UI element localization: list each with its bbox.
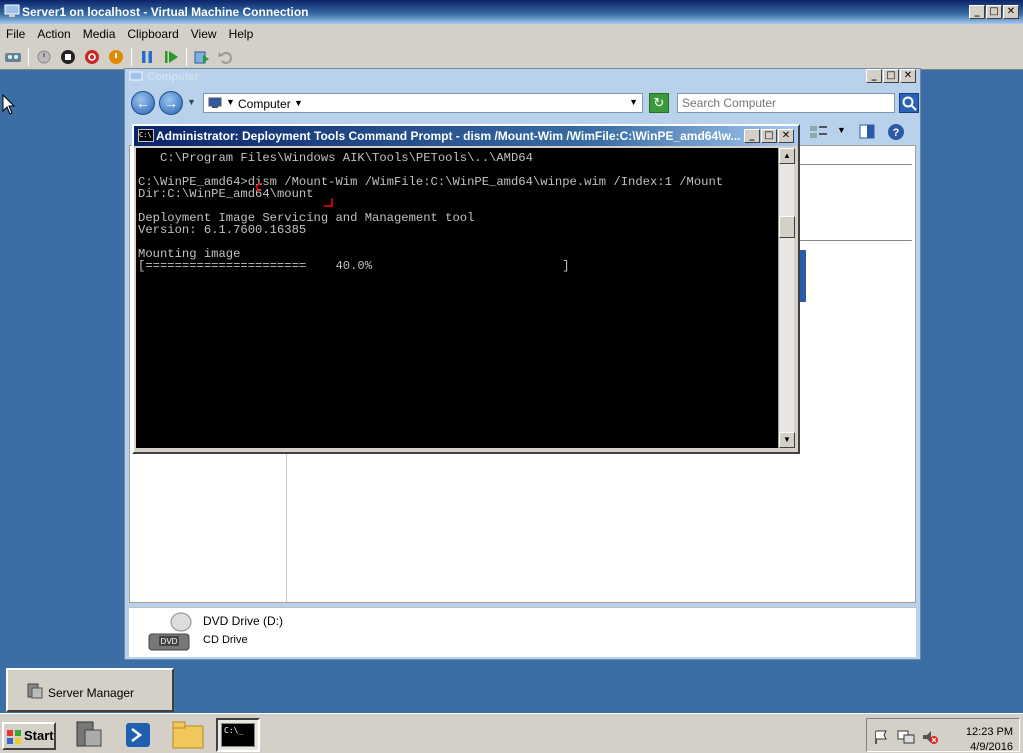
taskbar: Start C:\_ 12:23 PM 4/9/2016 — [0, 713, 1023, 753]
command-prompt-taskbar-button[interactable]: C:\_ — [216, 718, 260, 752]
clock-date[interactable]: 4/9/2016 — [970, 741, 1013, 753]
windows-logo-icon — [7, 730, 21, 744]
vm-title-bar: Server1 on localhost - Virtual Machine C… — [0, 0, 1023, 24]
revert-icon[interactable] — [217, 48, 235, 66]
address-dropdown-icon[interactable]: ▼ — [629, 97, 638, 107]
menu-action[interactable]: Action — [31, 27, 76, 41]
clock-time[interactable]: 12:23 PM — [966, 726, 1013, 738]
network-icon[interactable] — [897, 729, 915, 745]
mouse-pointer-icon — [2, 94, 16, 115]
cmd-minimize-button[interactable]: _ — [744, 129, 760, 143]
search-input[interactable] — [678, 94, 888, 112]
console-scrollbar[interactable]: ▲ ▼ — [778, 148, 795, 448]
preview-pane-icon[interactable] — [859, 124, 875, 140]
start-label: Start — [24, 728, 54, 743]
vm-toolbar — [0, 44, 1023, 70]
menu-clipboard[interactable]: Clipboard — [121, 27, 184, 41]
reset-icon[interactable] — [162, 48, 180, 66]
menu-view[interactable]: View — [185, 27, 223, 41]
console-taskbar-icon: C:\_ — [221, 723, 255, 747]
console-line: Version: 6.1.7600.16385 — [138, 223, 307, 237]
minimize-button[interactable]: _ — [969, 5, 985, 19]
drive-name: DVD Drive (D:) — [203, 614, 283, 628]
help-icon[interactable]: ? — [887, 123, 905, 141]
virtual-machine-icon — [4, 4, 20, 17]
command-prompt-title-bar: C:\ Administrator: Deployment Tools Comm… — [134, 126, 798, 146]
cmd-maximize-button[interactable]: □ — [761, 129, 777, 143]
console-output[interactable]: C:\Program Files\Windows AIK\Tools\PEToo… — [136, 148, 778, 448]
svg-text:?: ? — [893, 127, 900, 139]
turn-off-icon[interactable] — [59, 48, 77, 66]
guest-desktop: Computer _ □ ✕ ← → ▼ ▼ Computer ▼ ▼ ↻ Se… — [0, 68, 1023, 753]
snapshot-icon[interactable] — [193, 48, 211, 66]
computer-icon — [208, 97, 222, 108]
notification-area: 12:23 PM 4/9/2016 — [866, 718, 1020, 753]
console-line: Dir:C:\WinPE_amd64\mount — [138, 187, 314, 201]
command-prompt-title: Administrator: Deployment Tools Command … — [156, 129, 740, 143]
refresh-icon[interactable]: ↻ — [649, 93, 669, 113]
address-text: Computer — [238, 97, 291, 111]
dvd-logo-text: DVD — [161, 637, 178, 646]
save-icon[interactable] — [107, 48, 125, 66]
pause-icon[interactable] — [138, 48, 156, 66]
window-title: Server1 on localhost - Virtual Machine C… — [22, 5, 309, 19]
scroll-down-icon[interactable]: ▼ — [779, 432, 795, 448]
server-manager-icon — [27, 683, 43, 699]
console-icon: C:\ — [138, 129, 154, 142]
start-icon[interactable] — [35, 48, 53, 66]
address-bar-row: ← → ▼ ▼ Computer ▼ ▼ ↻ — [129, 89, 919, 117]
breadcrumb-chevron-icon[interactable]: ▼ — [294, 98, 303, 108]
folder-icon[interactable] — [166, 718, 210, 752]
console-line: [====================== 40.0% ] — [138, 259, 570, 273]
server-manager-taskbar-icon[interactable] — [66, 718, 110, 752]
menu-media[interactable]: Media — [77, 27, 122, 41]
computer-icon — [129, 71, 143, 81]
menu-file[interactable]: File — [0, 27, 31, 41]
search-icon[interactable] — [899, 93, 919, 113]
explorer-title: Computer — [147, 71, 199, 83]
server-manager-label: Server Manager — [48, 686, 135, 700]
shut-down-icon[interactable] — [83, 48, 101, 66]
forward-arrow-icon[interactable]: → — [159, 91, 183, 115]
action-center-flag-icon[interactable] — [873, 729, 889, 745]
close-button[interactable]: ✕ — [1003, 5, 1019, 19]
explorer-close-button[interactable]: ✕ — [900, 69, 916, 83]
ctrl-alt-del-icon[interactable] — [4, 48, 22, 66]
back-arrow-icon[interactable]: ← — [131, 91, 155, 115]
recent-pages-dropdown-icon[interactable]: ▼ — [187, 97, 196, 107]
views-dropdown-icon[interactable]: ▼ — [837, 125, 846, 135]
menu-bar: File Action Media Clipboard View Help — [0, 24, 1023, 44]
chevron-down-icon[interactable]: ▼ — [226, 97, 235, 107]
dvd-drive-icon: DVD — [148, 612, 192, 651]
server-manager-button[interactable]: Server Manager — [6, 668, 174, 712]
scroll-thumb[interactable] — [779, 216, 795, 238]
scroll-up-icon[interactable]: ▲ — [779, 148, 795, 164]
explorer-maximize-button[interactable]: □ — [883, 69, 899, 83]
maximize-button[interactable]: □ — [986, 5, 1002, 19]
explorer-minimize-button[interactable]: _ — [866, 69, 882, 83]
views-icon[interactable] — [809, 125, 829, 139]
explorer-title-bar: Computer — [129, 71, 199, 85]
cmd-close-button[interactable]: ✕ — [778, 129, 794, 143]
volume-muted-icon[interactable] — [921, 729, 939, 745]
start-button[interactable]: Start — [2, 722, 56, 750]
details-pane: DVD DVD Drive (D:) CD Drive — [129, 607, 916, 657]
console-line: C:\Program Files\Windows AIK\Tools\PEToo… — [138, 151, 533, 165]
command-prompt-window: C:\ Administrator: Deployment Tools Comm… — [132, 124, 800, 454]
drive-type: CD Drive — [203, 634, 248, 646]
address-field[interactable]: ▼ Computer ▼ ▼ — [203, 93, 643, 113]
powershell-icon[interactable] — [116, 718, 160, 752]
search-field[interactable] — [677, 93, 895, 113]
menu-help[interactable]: Help — [223, 27, 260, 41]
